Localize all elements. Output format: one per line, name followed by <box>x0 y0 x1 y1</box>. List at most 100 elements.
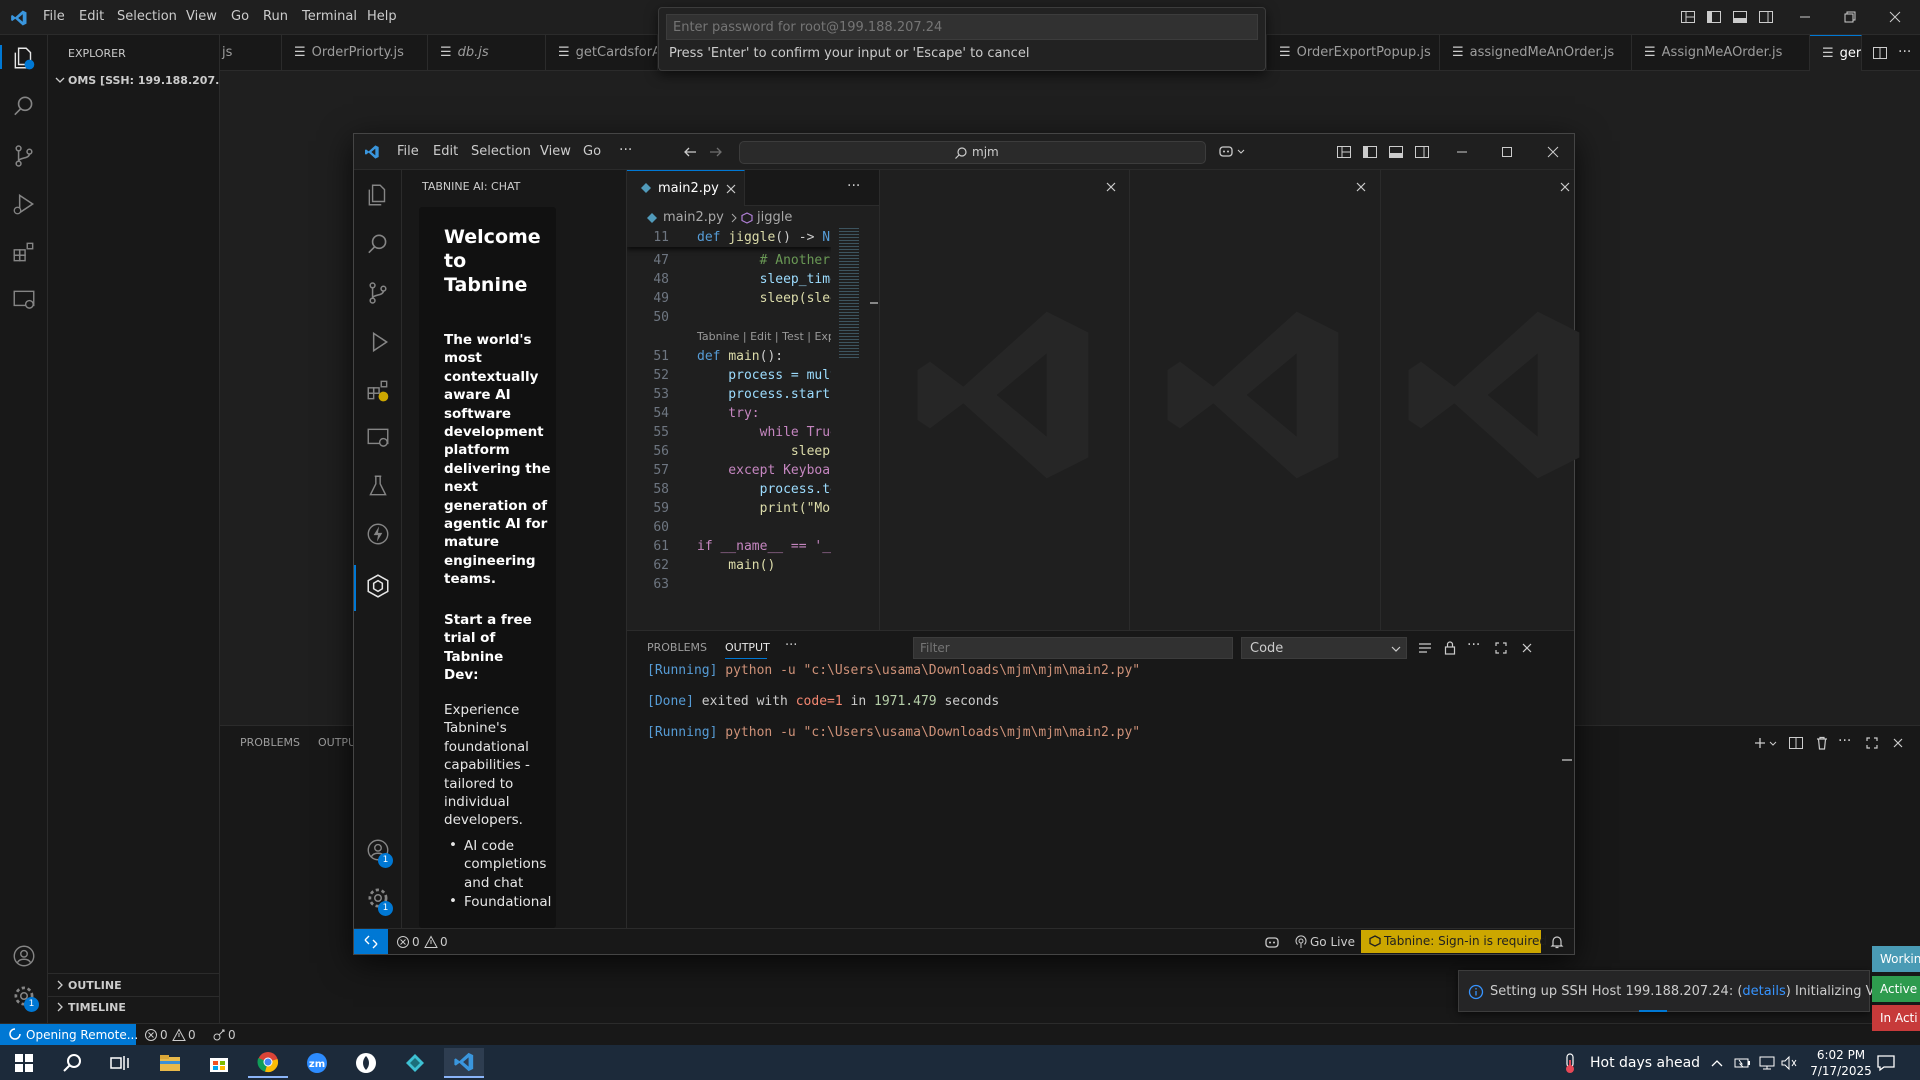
menu-go[interactable]: Go <box>231 9 249 24</box>
lightning-icon[interactable] <box>365 521 391 547</box>
remote-button[interactable] <box>354 929 388 954</box>
menu-selection[interactable]: Selection <box>117 9 177 24</box>
inner-menu-file[interactable]: File <box>397 144 419 159</box>
task-view-icon[interactable] <box>100 1048 140 1078</box>
tabnine-signin-status[interactable]: Tabnine: Sign-in is required <box>1361 930 1547 953</box>
scrollbar-thumb[interactable] <box>1562 759 1572 761</box>
battery-icon[interactable] <box>1734 1055 1752 1071</box>
extensions-icon[interactable] <box>11 239 37 265</box>
testing-flask-icon[interactable] <box>365 473 391 499</box>
toggle-sidebar-icon[interactable] <box>1362 144 1378 160</box>
notification-center-icon[interactable] <box>1876 1054 1896 1072</box>
output-channel-select[interactable]: Code <box>1241 637 1407 659</box>
tabnine-codelens[interactable]: Tabnine | Edit | Test | Explai <box>697 330 831 343</box>
tray-chevron-up-icon[interactable] <box>1710 1057 1724 1069</box>
split-terminal-icon[interactable] <box>1788 735 1804 751</box>
breadcrumb-file[interactable]: main2.py <box>663 210 724 225</box>
inner-menu-edit[interactable]: Edit <box>433 144 458 159</box>
toggle-sidebar-icon[interactable] <box>1706 9 1722 25</box>
menu-edit[interactable]: Edit <box>79 9 104 24</box>
tabnine-icon[interactable] <box>365 573 391 599</box>
tab-assignedmeanorder[interactable]: ☰ assignedMeAnOrder.js <box>1440 35 1632 71</box>
menu-terminal[interactable]: Terminal <box>302 9 357 24</box>
tab-assignmeaorder[interactable]: ☰ AssignMeAOrder.js <box>1632 35 1810 71</box>
clock-date[interactable]: 7/17/2025 <box>1808 1064 1874 1078</box>
maximize-panel-icon[interactable] <box>1493 640 1509 656</box>
tab-db[interactable]: ☰ db.js <box>428 35 546 71</box>
workspace-root[interactable]: OMS [SSH: 199.188.207.24] <box>52 72 240 92</box>
zoom-icon[interactable]: zm <box>297 1048 337 1078</box>
network-icon[interactable] <box>1758 1055 1776 1071</box>
search-icon[interactable] <box>11 93 37 119</box>
close-group-icon[interactable] <box>1559 181 1571 193</box>
more-actions-icon[interactable]: ··· <box>1467 637 1480 653</box>
panel-more-icon[interactable]: ··· <box>785 638 797 653</box>
output-content[interactable]: [Running] python -u "c:\Users\usama\Down… <box>627 661 1557 921</box>
status-badge-active[interactable]: Active <box>1872 976 1920 1002</box>
status-badge-inactive[interactable]: In Acti <box>1872 1005 1920 1031</box>
customize-layout-icon[interactable] <box>1336 144 1352 160</box>
clock-time[interactable]: 6:02 PM <box>1810 1048 1872 1062</box>
scrollbar-thumb[interactable] <box>870 302 878 304</box>
command-center-search[interactable]: mjm <box>739 141 1206 164</box>
extensions-warning-icon[interactable] <box>365 377 391 403</box>
tab-ger-active[interactable]: ☰ ger <box>1810 35 1862 71</box>
taskbar-search-icon[interactable] <box>52 1048 92 1078</box>
copilot-icon[interactable] <box>1218 143 1248 161</box>
more-actions-icon[interactable]: ··· <box>1898 45 1911 59</box>
weather-text[interactable]: Hot days ahead <box>1590 1055 1700 1071</box>
minimize-icon[interactable] <box>1797 9 1813 25</box>
source-control-icon[interactable] <box>365 280 391 306</box>
run-debug-icon[interactable] <box>11 191 37 217</box>
tab-main2-py[interactable]: main2.py <box>627 170 745 206</box>
timeline-section[interactable]: TIMELINE <box>52 998 220 1018</box>
remote-explorer-icon[interactable] <box>365 425 391 451</box>
close-group-icon[interactable] <box>1105 181 1117 193</box>
inner-menu-go[interactable]: Go <box>583 144 601 159</box>
windows-start-icon[interactable] <box>4 1048 44 1078</box>
breadcrumb-symbol[interactable]: jiggle <box>757 210 792 225</box>
status-badge-working[interactable]: Workin <box>1872 946 1920 972</box>
toggle-secondary-sidebar-icon[interactable] <box>1414 144 1430 160</box>
menu-help[interactable]: Help <box>367 9 397 24</box>
maximize-panel-icon[interactable] <box>1864 735 1880 751</box>
volume-muted-icon[interactable] <box>1780 1055 1798 1071</box>
tab-js[interactable]: js <box>220 35 282 71</box>
bell-icon[interactable] <box>1549 934 1565 950</box>
toggle-panel-icon[interactable] <box>1388 144 1404 160</box>
close-group-icon[interactable] <box>1355 181 1367 193</box>
menu-view[interactable]: View <box>186 9 217 24</box>
details-link[interactable]: details <box>1742 984 1785 999</box>
search-icon[interactable] <box>365 231 391 257</box>
close-tab-icon[interactable] <box>725 183 737 195</box>
trash-icon[interactable] <box>1814 735 1830 751</box>
close-panel-icon[interactable] <box>1890 735 1906 751</box>
menu-file[interactable]: File <box>43 9 65 24</box>
split-editor-icon[interactable] <box>1872 45 1888 61</box>
explorer-icon[interactable] <box>11 45 37 71</box>
minimize-icon[interactable] <box>1454 144 1470 160</box>
more-actions-icon[interactable]: ··· <box>1838 733 1851 749</box>
chevron-down-icon[interactable] <box>1768 735 1778 751</box>
panel-tab-output[interactable]: OUTPUT <box>725 641 770 654</box>
vscode-taskbar-icon[interactable] <box>444 1048 484 1078</box>
app-diamond-icon[interactable] <box>395 1048 435 1078</box>
chrome-icon[interactable] <box>248 1048 288 1078</box>
forward-arrow-icon[interactable] <box>708 145 724 159</box>
panel-tab-problems[interactable]: PROBLEMS <box>240 736 300 749</box>
tab-orderpriorty[interactable]: ☰ OrderPriorty.js <box>282 35 428 71</box>
inner-menu-more[interactable]: ··· <box>619 142 632 158</box>
restore-icon[interactable] <box>1842 9 1858 25</box>
new-terminal-icon[interactable] <box>1752 735 1768 751</box>
account-icon[interactable] <box>11 943 37 969</box>
close-window-icon[interactable] <box>1887 9 1903 25</box>
close-window-icon[interactable] <box>1545 144 1561 160</box>
panel-tab-problems[interactable]: PROBLEMS <box>647 641 707 654</box>
toggle-panel-icon[interactable] <box>1732 9 1748 25</box>
close-panel-icon[interactable] <box>1519 640 1535 656</box>
minimap[interactable] <box>839 228 869 628</box>
output-filter-input[interactable] <box>913 637 1233 659</box>
file-explorer-icon[interactable] <box>150 1048 190 1078</box>
tab-orderexportpopup[interactable]: ☰ OrderExportPopup.js <box>1266 35 1440 71</box>
toggle-secondary-sidebar-icon[interactable] <box>1758 9 1774 25</box>
